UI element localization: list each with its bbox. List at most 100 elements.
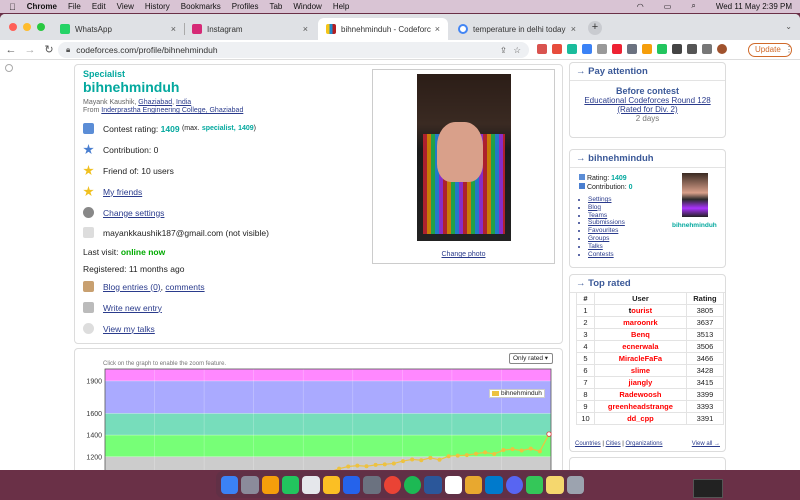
screenshot-thumbnail[interactable] <box>693 479 723 498</box>
tab-instagram[interactable]: Instagram × <box>184 18 316 40</box>
extension-icon[interactable] <box>642 44 652 54</box>
messages-icon[interactable] <box>525 475 544 494</box>
mini-handle[interactable]: bihnehminduh <box>672 222 717 229</box>
menu-tab[interactable]: Tab <box>269 2 282 11</box>
row-user[interactable]: MiracleFaFa <box>594 352 687 365</box>
view-talks-link[interactable]: View my talks <box>103 324 155 334</box>
menu-edit[interactable]: Edit <box>92 2 106 11</box>
extension-icon[interactable] <box>537 44 547 54</box>
row-user[interactable]: jiangly <box>594 376 687 389</box>
data-point[interactable] <box>492 452 497 457</box>
close-tab-icon[interactable]: × <box>435 24 440 34</box>
data-point[interactable] <box>437 457 442 462</box>
organizations-link[interactable]: Organizations <box>626 441 663 447</box>
menu-profiles[interactable]: Profiles <box>232 2 259 11</box>
extension-icon[interactable] <box>657 44 667 54</box>
back-icon[interactable]: ← <box>3 44 19 56</box>
extension-icon[interactable] <box>612 44 622 54</box>
data-point[interactable] <box>455 453 460 458</box>
reload-icon[interactable]: ↻ <box>41 43 57 56</box>
notes-app-icon[interactable] <box>546 475 564 494</box>
url-text[interactable]: codeforces.com/profile/bihnehminduh <box>76 45 217 55</box>
data-point[interactable] <box>464 453 469 458</box>
data-point[interactable] <box>382 462 387 467</box>
data-point[interactable] <box>483 450 488 455</box>
data-point[interactable] <box>473 451 478 456</box>
omnibox[interactable]: 🔒︎ codeforces.com/profile/bihnehminduh ⇪… <box>58 42 529 58</box>
avatar[interactable] <box>717 44 727 54</box>
mini-avatar[interactable] <box>682 173 708 217</box>
word-icon[interactable] <box>424 475 442 494</box>
tab-codeforces[interactable]: bihnehminduh - Codeforces × <box>318 18 448 40</box>
vscode-icon[interactable] <box>485 475 503 494</box>
app-store-icon[interactable] <box>342 475 361 494</box>
bookmark-star-icon[interactable]: ☆ <box>513 45 521 56</box>
menu-app[interactable]: Chrome <box>27 2 57 11</box>
chrome-icon[interactable] <box>383 475 401 494</box>
trash-icon[interactable] <box>566 475 584 494</box>
sidebar-icon[interactable] <box>702 44 712 54</box>
write-entry-link[interactable]: Write new entry <box>103 303 162 313</box>
menu-view[interactable]: View <box>117 2 134 11</box>
data-point[interactable] <box>446 454 451 459</box>
row-user[interactable]: maroonrk <box>594 316 687 329</box>
data-point[interactable] <box>337 466 342 470</box>
data-point[interactable] <box>400 459 405 464</box>
close-window-button[interactable] <box>9 23 17 31</box>
data-point[interactable] <box>410 457 415 462</box>
countries-link[interactable]: Countries <box>575 441 601 447</box>
row-user[interactable]: greenheadstrange <box>594 400 687 413</box>
change-photo-link[interactable]: Change photo <box>373 251 554 258</box>
user-nav-item[interactable]: Teams <box>588 212 625 220</box>
user-nav-item[interactable]: Favourites <box>588 227 625 235</box>
blog-entries-link[interactable]: Blog entries (0) <box>103 282 161 292</box>
data-point[interactable] <box>519 448 524 453</box>
battery-icon[interactable]: ▭ <box>664 2 672 11</box>
data-point[interactable] <box>346 464 351 469</box>
notion-icon[interactable] <box>444 475 462 494</box>
my-friends-link[interactable]: My friends <box>103 187 142 197</box>
menu-file[interactable]: File <box>68 2 81 11</box>
data-point[interactable] <box>391 461 396 466</box>
sublime-icon[interactable] <box>464 475 483 494</box>
country-link[interactable]: India <box>176 99 191 106</box>
user-handle[interactable]: bihnehminduh <box>83 79 179 95</box>
data-point[interactable] <box>537 449 542 454</box>
user-nav-item[interactable]: Submissions <box>588 219 625 227</box>
search-icon[interactable]: ⌕ <box>691 1 695 11</box>
update-button[interactable]: Update <box>748 43 793 57</box>
user-nav-item[interactable]: Contests <box>588 251 625 259</box>
facetime-icon[interactable] <box>281 475 300 494</box>
discord-icon[interactable] <box>505 475 523 494</box>
user-nav-item[interactable]: Blog <box>588 204 625 212</box>
row-user[interactable]: ecnerwala <box>594 340 687 353</box>
rating-chart[interactable]: 1200 1400 1600 1900 <box>75 349 564 470</box>
extension-icon[interactable] <box>627 44 637 54</box>
view-all-link[interactable]: View all → <box>692 441 720 447</box>
apple-icon[interactable]:  <box>9 2 16 12</box>
data-point[interactable] <box>419 458 424 463</box>
settings-icon[interactable] <box>363 475 381 494</box>
zoom-window-button[interactable] <box>37 23 45 31</box>
contest-link[interactable]: Educational Codeforces Round 128 (Rated … <box>570 96 725 114</box>
city-link[interactable]: Ghaziabad <box>138 99 172 106</box>
forward-icon[interactable]: → <box>22 44 38 56</box>
user-nav-item[interactable]: Talks <box>588 243 625 251</box>
photos-icon[interactable] <box>261 475 279 494</box>
spotify-icon[interactable] <box>403 475 422 494</box>
new-tab-button[interactable]: + <box>588 21 602 35</box>
row-user[interactable]: Radewoosh <box>594 388 687 401</box>
minimize-window-button[interactable] <box>23 23 31 31</box>
user-nav-item[interactable]: Settings <box>588 196 625 204</box>
close-tab-icon[interactable]: × <box>571 24 576 34</box>
close-tab-icon[interactable]: × <box>171 24 176 34</box>
launchpad-icon[interactable] <box>241 475 259 494</box>
menu-history[interactable]: History <box>145 2 170 11</box>
data-point[interactable] <box>373 462 378 467</box>
extension-icon[interactable] <box>582 44 592 54</box>
finder-icon[interactable] <box>221 475 239 494</box>
data-point[interactable] <box>546 431 552 437</box>
menu-help[interactable]: Help <box>333 2 349 11</box>
extension-icon[interactable] <box>597 44 607 54</box>
tab-whatsapp[interactable]: WhatsApp × <box>52 18 184 40</box>
